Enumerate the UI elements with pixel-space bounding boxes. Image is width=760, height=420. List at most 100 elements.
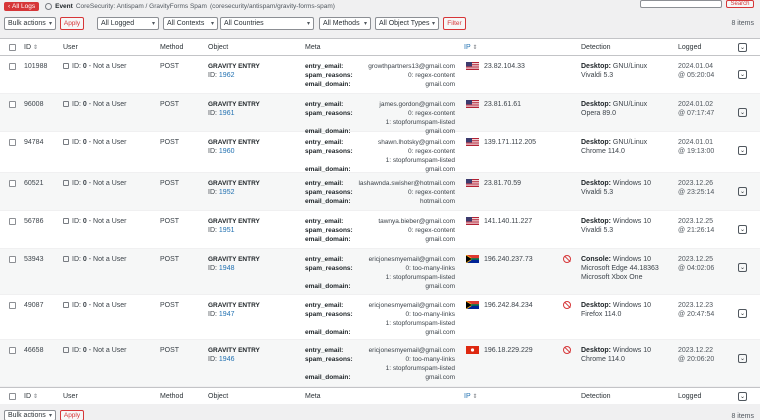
chevron-down-icon: ▾ <box>210 21 214 27</box>
row-expand-toggle[interactable]: ⌄ <box>738 70 747 79</box>
table-row: 60521 ID: 0 - Not a User POST GRAVITY ENTRY… <box>0 173 760 211</box>
select-all-checkbox[interactable] <box>9 44 16 51</box>
all-logs-button[interactable]: ‹ All Logs <box>4 1 40 11</box>
user-icon <box>63 302 69 308</box>
row-expand-toggle[interactable]: ⌄ <box>738 187 747 196</box>
object-id-link[interactable]: 1952 <box>219 189 235 196</box>
blocked-icon <box>563 346 571 354</box>
user-id-value: 0 <box>82 256 87 263</box>
sort-icon: ⇕ <box>472 394 478 400</box>
meta-value: 1: stopforumspam-listed <box>385 119 455 126</box>
filter-button[interactable]: Filter <box>443 17 466 30</box>
contexts-filter-value: All Contexts <box>167 20 205 27</box>
chevron-down-icon: ▾ <box>48 21 52 27</box>
detection-os: Windows 10 <box>612 180 652 187</box>
detection-label: Desktop: <box>581 101 611 108</box>
user-id-label: ID: <box>72 347 81 354</box>
object-id-link[interactable]: 1951 <box>219 227 235 234</box>
row-checkbox[interactable] <box>9 218 16 225</box>
object-types-filter-value: All Object Types <box>379 20 430 27</box>
object-id-link[interactable]: 1961 <box>219 110 235 117</box>
row-expand-toggle[interactable]: ⌄ <box>738 263 747 272</box>
object-id-link[interactable]: 1947 <box>219 311 235 318</box>
row-checkbox[interactable] <box>9 101 16 108</box>
object-id-link[interactable]: 1948 <box>219 265 235 272</box>
search-button[interactable]: Search <box>726 0 754 8</box>
row-checkbox[interactable] <box>9 302 16 309</box>
row-detection: Console: Windows 10 Microsoft Edge 44.183… <box>581 255 659 282</box>
chevron-down-icon: ⌄ <box>739 227 746 233</box>
us-flag-icon <box>466 138 479 146</box>
row-logged: 2024.01.01 @ 19:13:00 <box>678 138 714 156</box>
bulk-actions-select-bottom[interactable]: Bulk actions ▾ <box>4 410 56 420</box>
bulk-actions-select[interactable]: Bulk actions ▾ <box>4 17 56 30</box>
not-a-user: - Not a User <box>88 101 127 108</box>
row-checkbox[interactable] <box>9 139 16 146</box>
column-meta-bottom: Meta <box>305 393 321 400</box>
row-object: GRAVITY ENTRY ID: 1946 <box>208 346 260 364</box>
row-checkbox[interactable] <box>9 347 16 354</box>
row-expand-toggle[interactable]: ⌄ <box>738 225 747 234</box>
row-checkbox[interactable] <box>9 180 16 187</box>
methods-filter-select[interactable]: All Methods ▾ <box>319 17 371 30</box>
meta-value: 1: stopforumspam-listed <box>385 320 455 327</box>
countries-filter-select[interactable]: All Countries ▾ <box>220 17 314 30</box>
row-logged: 2023.12.25 @ 04:02:06 <box>678 255 714 273</box>
row-logged: 2024.01.02 @ 07:17:47 <box>678 100 714 118</box>
apply-button[interactable]: Apply <box>60 17 84 30</box>
logged-date: 2023.12.25 <box>678 256 714 263</box>
user-id-label: ID: <box>72 256 81 263</box>
user-id-value: 0 <box>82 101 87 108</box>
object-id-label: ID: <box>208 311 217 318</box>
row-checkbox[interactable] <box>9 63 16 70</box>
expand-all-toggle[interactable]: ⌄ <box>738 43 747 52</box>
object-id-link[interactable]: 1962 <box>219 72 235 79</box>
search-input[interactable] <box>640 0 722 8</box>
logged-filter-select[interactable]: All Logged ▾ <box>97 17 159 30</box>
not-a-user: - Not a User <box>88 63 127 70</box>
table-row: 46658 ID: 0 - Not a User POST GRAVITY ENTRY… <box>0 340 760 387</box>
row-expand-toggle[interactable]: ⌄ <box>738 146 747 155</box>
column-meta: Meta <box>305 44 321 51</box>
user-id-value: 0 <box>82 302 87 309</box>
logged-time: @ 23:25:14 <box>678 189 715 196</box>
row-method: POST <box>160 101 180 108</box>
meta-value: 0: regex-content <box>408 189 455 196</box>
column-id[interactable]: ID ⇕ <box>24 44 38 51</box>
row-id: 53943 <box>24 256 44 263</box>
object-title: GRAVITY ENTRY <box>208 256 260 263</box>
logged-date: 2024.01.04 <box>678 63 714 70</box>
logged-date: 2024.01.01 <box>678 139 714 146</box>
row-checkbox[interactable] <box>9 256 16 263</box>
apply-button-bottom[interactable]: Apply <box>60 410 84 420</box>
select-all-checkbox-bottom[interactable] <box>9 393 16 400</box>
column-ip-bottom[interactable]: IP ⇕ <box>464 393 477 400</box>
meta-value: 0: too-many-links <box>405 265 456 272</box>
user-icon <box>63 63 69 69</box>
column-id-bottom[interactable]: ID ⇕ <box>24 393 38 400</box>
logged-filter-value: All Logged <box>101 20 135 27</box>
contexts-filter-select[interactable]: All Contexts ▾ <box>163 17 218 30</box>
detection-browser: Vivaldi 5.3 <box>581 227 614 234</box>
row-expand-toggle[interactable]: ⌄ <box>738 108 747 117</box>
column-id-label: ID <box>24 44 31 51</box>
object-id-link[interactable]: 1946 <box>219 356 235 363</box>
object-types-filter-select[interactable]: All Object Types ▾ <box>375 17 439 30</box>
meta-key: entry_email: <box>305 347 344 354</box>
us-flag-icon <box>466 100 479 108</box>
row-expand-toggle[interactable]: ⌄ <box>738 354 747 363</box>
logged-date: 2023.12.25 <box>678 218 714 225</box>
meta-value: growthpartners13@gmail.com <box>368 63 455 70</box>
detection-browser: Vivaldi 5.3 <box>581 72 614 79</box>
logged-date: 2023.12.23 <box>678 302 714 309</box>
row-logged: 2023.12.26 @ 23:25:14 <box>678 179 714 197</box>
column-ip[interactable]: IP ⇕ <box>464 44 477 51</box>
event-path: (coresecurity/antispam/gravity-forms-spa… <box>209 2 335 10</box>
object-id-link[interactable]: 1960 <box>219 148 235 155</box>
row-detection: Desktop: GNU/Linux Opera 89.0 <box>581 100 647 118</box>
row-ip: 23.82.104.33 <box>484 63 525 70</box>
row-expand-toggle[interactable]: ⌄ <box>738 309 747 318</box>
row-user: ID: 0 - Not a User <box>63 347 127 354</box>
expand-all-toggle-bottom[interactable]: ⌄ <box>738 392 747 401</box>
table-row: 101988 ID: 0 - Not a User POST GRAVITY ENTR… <box>0 56 760 94</box>
